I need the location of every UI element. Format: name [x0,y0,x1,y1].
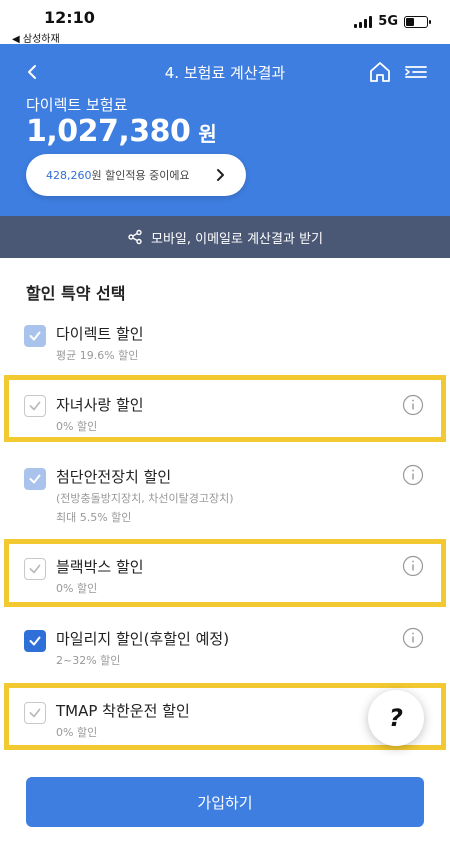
battery-level [406,17,414,26]
check-icon [29,564,41,574]
menu-icon [405,66,427,78]
item-label: 블랙박스 할인 [56,558,144,576]
item-label: 첨단안전장치 할인 [56,468,172,486]
info-icon[interactable] [402,555,424,577]
share-result-button[interactable]: 모바일, 이메일로 계산결과 받기 [0,216,450,258]
item-sub: 평균 19.6% 할인 [56,349,139,362]
checkbox-direct[interactable] [24,325,46,347]
premium-amount: 1,027,380 [26,114,191,149]
discount-amount: 428,260 [46,168,92,182]
share-label: 모바일, 이메일로 계산결과 받기 [150,231,323,247]
info-icon[interactable] [402,394,424,416]
check-icon [29,331,41,341]
check-icon [29,636,41,646]
info-icon[interactable] [402,464,424,486]
home-button[interactable] [366,58,394,86]
home-icon [370,62,390,82]
checkbox-safety-device[interactable] [24,468,46,490]
check-icon [29,401,41,411]
item-sub: 0% 할인 [56,420,98,433]
item-sub: (전방충돌방지장치, 차선이탈경고장치) [56,492,234,505]
discount-item-child-love: 자녀사랑 할인 0% 할인 [0,390,450,440]
checkbox-mileage[interactable] [24,630,46,652]
discount-text: 원 할인적용 중이에요 [91,169,190,182]
item-label: 자녀사랑 할인 [56,396,144,414]
section-title: 할인 특약 선택 [26,284,126,303]
discount-item-blackbox: 블랙박스 할인 0% 할인 [0,553,450,603]
item-sub: 0% 할인 [56,582,98,595]
battery-icon [404,15,431,28]
join-button[interactable]: 가입하기 [26,777,424,827]
checkbox-blackbox[interactable] [24,558,46,580]
help-button[interactable]: ? [368,690,424,746]
check-icon [29,708,41,718]
info-icon[interactable] [402,627,424,649]
status-indicators: 5G [354,14,431,29]
checkbox-tmap[interactable] [24,702,46,724]
discount-item-mileage: 마일리지 할인(후할인 예정) 2~32% 할인 [0,625,450,675]
network-type: 5G [378,14,398,29]
result-header: 4. 보험료 계산결과 다이렉트 보험료 1,027,380 원 428,260… [0,44,450,216]
menu-button[interactable] [402,58,430,86]
item-label: 다이렉트 할인 [56,325,144,343]
back-to-app-link[interactable]: ◀ 삼성하재 [12,30,60,45]
premium-unit: 원 [198,122,217,146]
item-label: TMAP 착한운전 할인 [56,702,190,720]
premium-row: 1,027,380 원 [26,114,217,149]
status-bar: 12:10 ◀ 삼성하재 5G [0,0,450,45]
discount-summary-button[interactable]: 428,260 원 할인적용 중이에요 [26,154,246,196]
item-label: 마일리지 할인(후할인 예정) [56,630,230,648]
discount-item-direct: 다이렉트 할인 평균 19.6% 할인 [0,320,450,370]
chevron-right-icon [217,169,224,181]
discount-item-safety-device: 첨단안전장치 할인 (전방충돌방지장치, 차선이탈경고장치) 최대 5.5% 할… [0,463,450,527]
signal-icon [354,15,373,28]
premium-label: 다이렉트 보험료 [26,96,128,114]
status-time: 12:10 [44,8,95,27]
check-icon [29,474,41,484]
item-sub-2: 최대 5.5% 할인 [56,511,132,524]
share-icon [128,229,142,245]
item-sub: 0% 할인 [56,726,98,739]
checkbox-child-love[interactable] [24,395,46,417]
item-sub: 2~32% 할인 [56,654,121,667]
